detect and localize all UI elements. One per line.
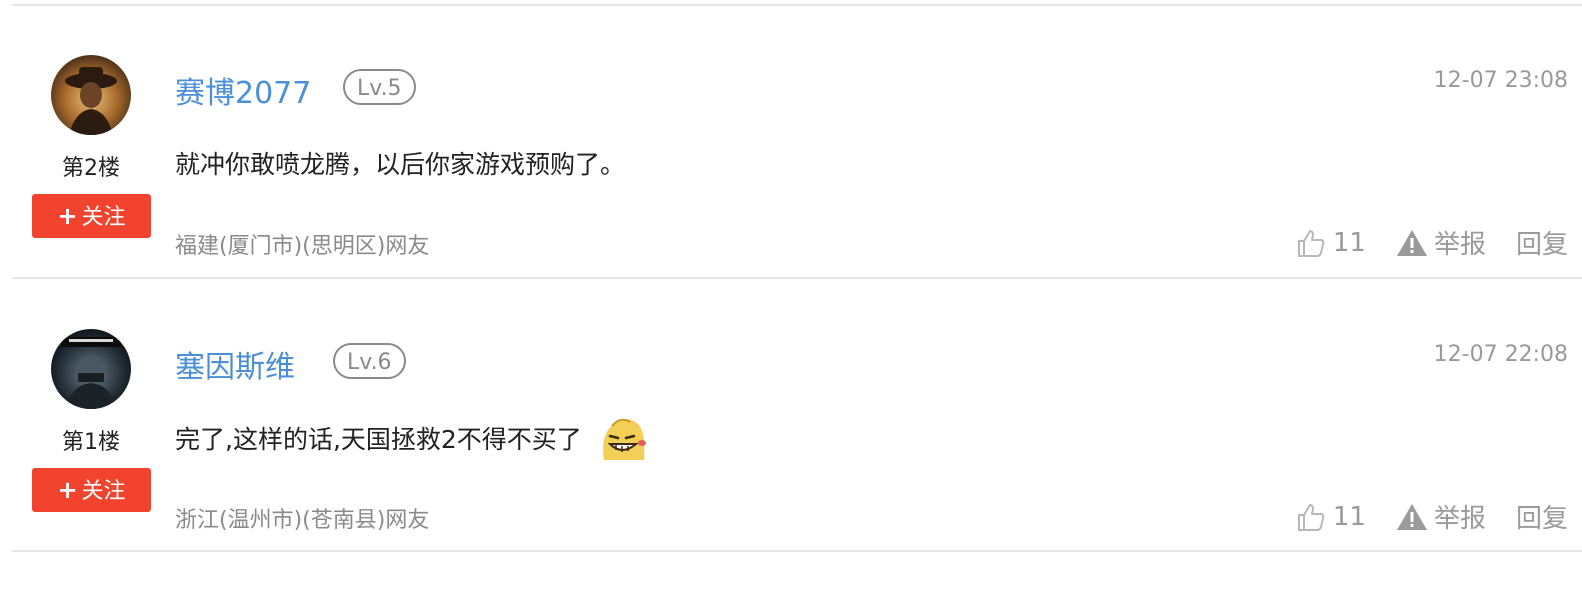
level-badge: Lv.6: [333, 343, 406, 379]
like-button[interactable]: 11: [1295, 501, 1366, 533]
floor-number: 第1楼: [62, 430, 120, 455]
comment-actions: 11 举报 回复: [1295, 498, 1568, 535]
user-location: 福建(厦门市)(思明区)网友: [175, 234, 430, 259]
comment-actions: 11 举报 回复: [1295, 224, 1568, 261]
warning-icon: [1396, 229, 1427, 256]
like-button[interactable]: 11: [1295, 227, 1366, 259]
follow-button[interactable]: + 关注: [32, 468, 151, 512]
follow-label: 关注: [81, 479, 126, 504]
warning-icon: [1396, 503, 1427, 530]
reply-button[interactable]: 回复: [1516, 224, 1568, 261]
report-label: 举报: [1433, 230, 1486, 260]
report-button[interactable]: 举报: [1396, 498, 1486, 535]
comment-item: 第2楼 + 关注 赛博2077 Lv.5 12-07 23:08 就冲你敢喷龙腾，…: [0, 0, 1582, 272]
plus-icon: +: [57, 476, 78, 504]
thumbs-up-icon: [1297, 503, 1325, 531]
report-label: 举报: [1433, 504, 1486, 534]
username-link[interactable]: 赛博2077: [175, 68, 311, 112]
like-count: 11: [1332, 501, 1366, 532]
thumbs-up-icon: [1297, 229, 1325, 257]
comment-content: 就冲你敢喷龙腾，以后你家游戏预购了。: [175, 150, 626, 179]
username-link[interactable]: 塞因斯维: [175, 342, 295, 386]
reply-label: 回复: [1515, 504, 1568, 534]
comment-content: 完了,这样的话,天国拯救2不得不买了: [175, 416, 646, 466]
follow-label: 关注: [81, 205, 126, 230]
like-count: 11: [1332, 227, 1366, 258]
comment-text: 完了,这样的话,天国拯救2不得不买了: [175, 425, 582, 454]
comment-time: 12-07 23:08: [1433, 68, 1568, 93]
follow-button[interactable]: + 关注: [32, 194, 151, 238]
comment-time: 12-07 22:08: [1433, 342, 1568, 367]
reply-button[interactable]: 回复: [1516, 498, 1568, 535]
avatar[interactable]: [51, 55, 131, 135]
plus-icon: +: [57, 202, 78, 230]
floor-number: 第2楼: [62, 156, 120, 181]
user-location: 浙江(温州市)(苍南县)网友: [175, 508, 430, 533]
comment-item: 第1楼 + 关注 塞因斯维 Lv.6 12-07 22:08 完了,这样的话,天国…: [0, 274, 1582, 546]
divider: [12, 550, 1582, 552]
level-badge: Lv.5: [343, 69, 416, 105]
avatar[interactable]: [51, 329, 131, 409]
grinning-emoji-icon: [598, 416, 646, 466]
reply-label: 回复: [1515, 230, 1568, 260]
report-button[interactable]: 举报: [1396, 224, 1486, 261]
